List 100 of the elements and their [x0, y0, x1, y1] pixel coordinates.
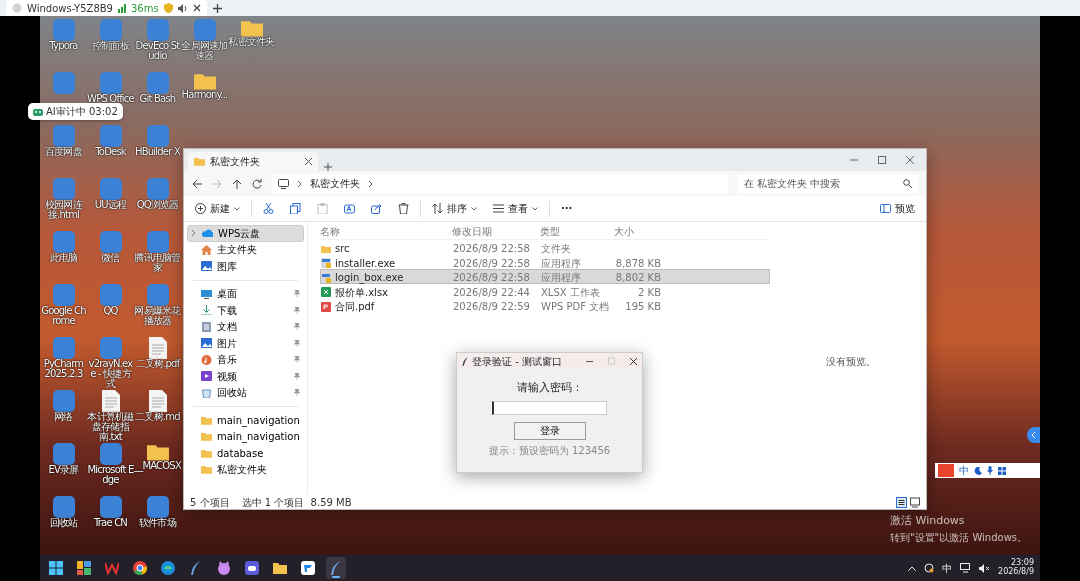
desktop-icon-label[interactable]: DevEco Studio — [134, 41, 181, 61]
desktop-icon-label[interactable]: EV录屏 — [40, 465, 87, 475]
app-icon[interactable] — [52, 496, 75, 518]
collapse-handle[interactable] — [1027, 427, 1040, 443]
taskbar-clock[interactable]: 23:09 2026/8/9 — [998, 559, 1034, 577]
desktop-icon-label[interactable]: 校园网连接.html — [40, 200, 87, 220]
desktop-icon-label[interactable]: 此电脑 — [40, 253, 87, 263]
desktop-icon-label[interactable]: Trae CN — [87, 518, 134, 528]
sidebar-item[interactable]: 图片 — [187, 335, 304, 352]
sidebar-item[interactable]: main_navigation — [187, 412, 304, 429]
file-row[interactable]: 合同.pdf 2026/8/9 22:59 WPS PDF 文档 195 KB — [320, 298, 770, 313]
taskbar-app[interactable] — [326, 557, 346, 579]
file-row[interactable]: src 2026/8/9 22:58 文件夹 — [320, 240, 770, 255]
ime-mode-toggle[interactable]: 中 — [959, 463, 969, 478]
close-icon[interactable] — [192, 4, 201, 12]
monitor-icon[interactable] — [278, 178, 289, 189]
desktop-icon-label[interactable]: 本计算机磁盘存储指南.txt — [87, 412, 134, 442]
file-name[interactable]: login_box.exe — [335, 270, 404, 285]
sidebar-item[interactable]: 桌面 — [187, 285, 304, 302]
desktop-icon-label[interactable]: 软件市场 — [134, 518, 181, 528]
tiles-view-icon[interactable] — [910, 496, 920, 508]
desktop-icon-label[interactable]: HBuilder X — [134, 147, 181, 157]
remote-session-tab[interactable]: Windows-Y5Z8B9 36ms — [6, 0, 207, 16]
chevron-up-icon[interactable] — [908, 565, 917, 571]
explorer-tab[interactable]: 私密文件夹 — [188, 152, 318, 171]
desktop-icon-label[interactable]: QQ浏览器 — [134, 200, 181, 210]
sidebar-item[interactable]: 音乐 — [187, 351, 304, 368]
sort-button[interactable]: 排序 — [427, 198, 482, 219]
breadcrumb-item[interactable]: 私密文件夹 — [310, 176, 360, 191]
sidebar-item[interactable]: 回收站 — [187, 384, 304, 401]
column-header[interactable]: 名称 — [320, 224, 452, 239]
microphone-icon[interactable] — [987, 466, 993, 475]
network-icon[interactable] — [960, 563, 972, 573]
add-tab-icon[interactable] — [324, 163, 332, 171]
folder-icon[interactable] — [146, 443, 169, 461]
sidebar-item[interactable]: 文档 — [187, 318, 304, 335]
file-name[interactable]: 报价单.xlsx — [335, 284, 388, 300]
desktop-icon-label[interactable]: UU远程 — [87, 200, 134, 210]
desktop-icon-label[interactable]: Harmony... — [181, 89, 228, 100]
desktop-icon-label[interactable]: __MACOSX — [134, 460, 181, 471]
file-row[interactable]: installer.exe 2026/8/9 22:58 应用程序 8,878 KB — [320, 254, 770, 269]
desktop-icon-label[interactable]: 微信 — [87, 253, 134, 263]
desktop-icon-label[interactable]: Google Chrome — [40, 306, 87, 326]
desktop-icon-label[interactable]: Typora — [40, 41, 87, 51]
sync-icon[interactable] — [924, 563, 935, 573]
close-icon[interactable] — [305, 158, 312, 165]
desktop-icon-label[interactable]: 控制面板 — [87, 41, 134, 51]
chevron-icon[interactable] — [368, 179, 373, 188]
sidebar-item[interactable]: main_navigation — [187, 428, 304, 445]
new-button[interactable]: 新建 — [190, 198, 245, 219]
column-header[interactable]: 大小 — [614, 224, 660, 239]
desktop-icon-label[interactable]: 腾讯电脑管家 — [134, 253, 181, 273]
preview-button[interactable]: 预览 — [875, 198, 920, 219]
desktop-icon-label[interactable]: WPS Office — [87, 94, 134, 104]
sidebar-item[interactable]: 视频 — [187, 368, 304, 385]
up-icon[interactable] — [232, 178, 242, 189]
speaker-muted-icon[interactable] — [979, 563, 991, 573]
column-header[interactable]: 修改日期 — [452, 224, 540, 239]
desktop-icon-label[interactable]: 二叉树.md — [134, 412, 181, 422]
file-name[interactable]: 合同.pdf — [335, 299, 375, 314]
app-icon[interactable] — [99, 443, 122, 465]
file-name[interactable]: installer.exe — [335, 255, 396, 271]
desktop-icon-label[interactable]: ToDesk — [87, 147, 134, 157]
sidebar-item[interactable]: 主文件夹 — [187, 241, 304, 258]
grid-icon[interactable] — [998, 466, 1006, 475]
sidebar-item[interactable]: 私密文件夹 — [187, 461, 304, 478]
desktop-icon-label[interactable]: 回收站 — [40, 518, 87, 528]
app-icon[interactable] — [146, 496, 169, 518]
desktop-icon-label[interactable]: Microsoft Edge — [87, 465, 134, 485]
add-tab-icon[interactable] — [212, 3, 222, 13]
desktop-icon-label[interactable]: Git Bash — [134, 94, 181, 104]
file-row[interactable]: login_box.exe 2026/8/9 22:58 应用程序 8,802 KB — [320, 269, 770, 284]
refresh-icon[interactable] — [252, 178, 262, 189]
document-icon[interactable] — [148, 390, 167, 412]
sidebar-item[interactable]: WPS云盘 — [187, 225, 304, 242]
document-icon[interactable] — [148, 337, 167, 359]
desktop-icon-label[interactable]: v2rayN.exe - 快捷方式 — [87, 359, 134, 389]
desktop-icon-label[interactable]: 全局网速加速器 — [181, 41, 228, 61]
password-field[interactable] — [492, 400, 607, 415]
app-icon[interactable] — [52, 443, 75, 465]
sidebar-item[interactable]: database — [187, 445, 304, 462]
desktop-icon-label[interactable]: 网易爆米花播放器 — [134, 306, 181, 326]
more-button[interactable]: ··· — [556, 198, 578, 219]
document-icon[interactable] — [101, 390, 120, 412]
back-icon[interactable] — [192, 178, 202, 189]
desktop-icon-label[interactable]: 百度网盘 — [40, 147, 87, 157]
file-row[interactable]: 报价单.xlsx 2026/8/9 22:44 XLSX 工作表 2 KB — [320, 283, 770, 298]
file-name[interactable]: src — [335, 241, 350, 256]
login-button[interactable]: 登录 — [513, 421, 586, 440]
desktop-icon-label[interactable]: QQ — [87, 306, 134, 316]
desktop-icon-label[interactable]: 网络 — [40, 412, 87, 422]
moon-icon[interactable] — [974, 466, 982, 475]
ime-indicator[interactable]: 中 — [942, 560, 953, 576]
sidebar-item[interactable]: 下载 — [187, 302, 304, 319]
desktop-icon-label[interactable]: 二叉树.pdf — [134, 359, 181, 369]
app-icon[interactable] — [99, 496, 122, 518]
desktop-icon-label[interactable]: 私密文件夹 — [228, 36, 275, 47]
desktop-icon-label[interactable]: PyCharm 2025.2.3 — [40, 359, 87, 379]
view-button[interactable]: 查看 — [488, 198, 543, 219]
column-header[interactable]: 类型 — [540, 224, 614, 239]
